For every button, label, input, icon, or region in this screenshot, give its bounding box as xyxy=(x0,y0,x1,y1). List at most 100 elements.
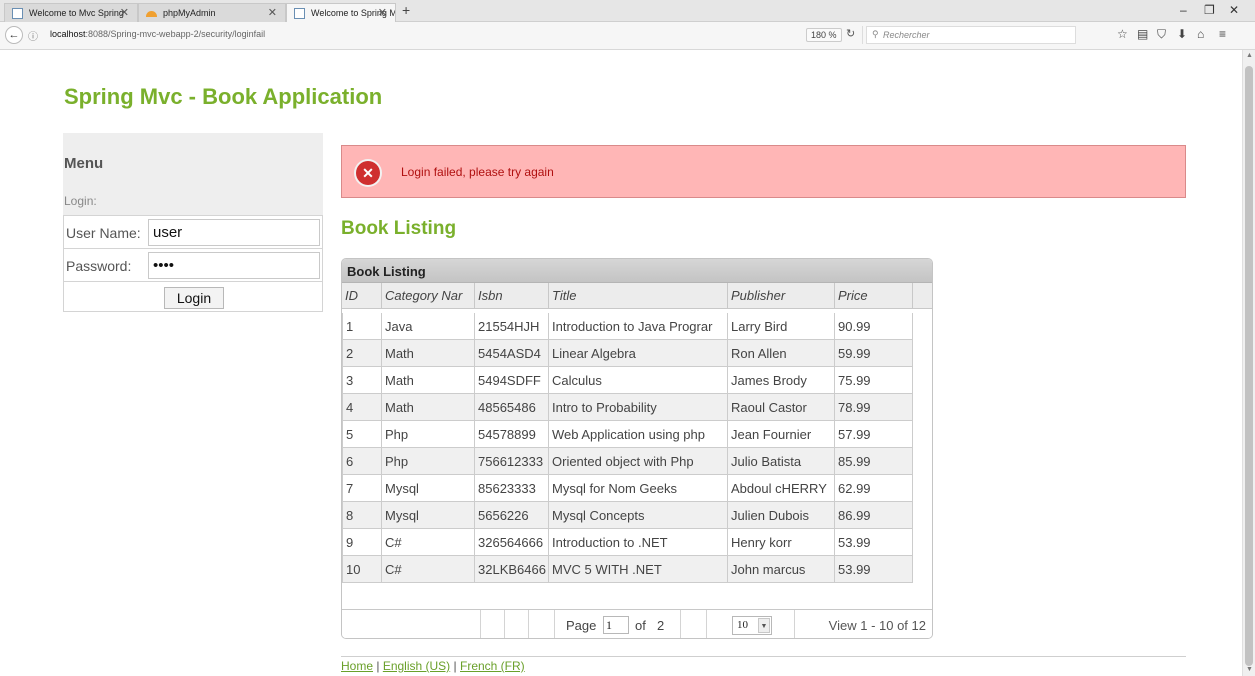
table-row[interactable]: 4 Math 48565486 Intro to Probability Raoul C… xyxy=(342,394,913,421)
minimize-icon[interactable]: – xyxy=(1180,3,1187,17)
table-row[interactable]: 1 Java 21554HJH Introduction to Java Progra… xyxy=(342,313,913,340)
pager-of-label: of xyxy=(635,618,646,633)
window-close-icon[interactable]: ✕ xyxy=(1229,3,1239,17)
column-header-isbn[interactable]: Isbn xyxy=(475,283,549,309)
cell-price: 59.99 xyxy=(835,340,913,367)
cell-category: Math xyxy=(382,367,475,394)
star-icon[interactable]: ☆ xyxy=(1117,27,1128,41)
cell-isbn: 54578899 xyxy=(475,421,549,448)
tab-close-icon[interactable]: ✕ xyxy=(378,6,387,19)
page-size-select[interactable]: 10 ▼ xyxy=(732,616,772,635)
cell-category: Php xyxy=(382,448,475,475)
pocket-icon[interactable]: ⛉ xyxy=(1157,27,1166,42)
cell-price: 90.99 xyxy=(835,313,913,340)
cell-price: 86.99 xyxy=(835,502,913,529)
new-tab-button[interactable]: + xyxy=(402,2,410,18)
cell-title: Mysql for Nom Geeks xyxy=(549,475,728,502)
username-row: User Name: xyxy=(64,216,322,249)
cell-title: Intro to Probability xyxy=(549,394,728,421)
browser-search-input[interactable]: ⚲ Rechercher xyxy=(866,26,1076,44)
cell-id: 3 xyxy=(342,367,382,394)
column-header-price[interactable]: Price xyxy=(835,283,913,309)
pager-page-input[interactable] xyxy=(603,616,629,634)
hamburger-menu-icon[interactable]: ≡ xyxy=(1219,27,1226,41)
cell-publisher: Raoul Castor xyxy=(728,394,835,421)
footer-separator: | xyxy=(453,659,457,673)
cell-isbn: 5494SDFF xyxy=(475,367,549,394)
reload-icon[interactable]: ↻ xyxy=(846,27,855,40)
page-scrollbar[interactable]: ▲ ▼ xyxy=(1242,50,1255,676)
back-arrow-icon[interactable]: ← xyxy=(5,26,23,44)
table-row[interactable]: 9 C# 326564666 Introduction to .NET Henry ko… xyxy=(342,529,913,556)
column-header-category[interactable]: Category Nar xyxy=(382,283,475,309)
table-row[interactable]: 3 Math 5494SDFF Calculus James Brody 75.99 xyxy=(342,367,913,394)
site-info-icon[interactable]: ⓘ xyxy=(28,28,38,43)
table-row[interactable]: 5 Php 54578899 Web Application using php Jea… xyxy=(342,421,913,448)
cell-title: MVC 5 WITH .NET xyxy=(549,556,728,583)
cell-isbn: 756612333 xyxy=(475,448,549,475)
tab-close-icon[interactable]: ✕ xyxy=(268,6,277,19)
cell-price: 62.99 xyxy=(835,475,913,502)
search-placeholder: Rechercher xyxy=(883,30,930,40)
menu-header-box: Menu Login: xyxy=(63,133,323,215)
cell-isbn: 21554HJH xyxy=(475,313,549,340)
cell-id: 7 xyxy=(342,475,382,502)
book-grid: Book Listing ID Category Nar Isbn Title … xyxy=(341,258,933,639)
cell-id: 8 xyxy=(342,502,382,529)
page-title: Spring Mvc - Book Application xyxy=(64,84,383,109)
cell-publisher: Larry Bird xyxy=(728,313,835,340)
login-label: Login: xyxy=(64,194,97,208)
table-row[interactable]: 8 Mysql 5656226 Mysql Concepts Julien Dubois… xyxy=(342,502,913,529)
cell-category: Java xyxy=(382,313,475,340)
cell-id: 1 xyxy=(342,313,382,340)
cell-id: 10 xyxy=(342,556,382,583)
tab-label: Welcome to Mvc Spring xyxy=(29,8,124,18)
footer-links: Home | English (US) | French (FR) xyxy=(341,659,525,673)
cell-title: Introduction to Java Prograr xyxy=(549,313,728,340)
pager-page-label: Page xyxy=(566,618,597,633)
tab-close-icon[interactable]: ✕ xyxy=(120,6,129,19)
browser-tab-phpmyadmin[interactable]: phpMyAdmin ✕ xyxy=(138,3,286,22)
reader-icon[interactable]: ▤ xyxy=(1137,27,1148,41)
scroll-down-arrow-icon[interactable]: ▼ xyxy=(1246,666,1253,673)
error-x-icon: ✕ xyxy=(356,161,380,185)
username-input[interactable] xyxy=(148,219,320,246)
table-row[interactable]: 10 C# 32LKB6466 MVC 5 WITH .NET John marcus 5… xyxy=(342,556,913,583)
browser-tab-welcome-spring-mvc[interactable]: Welcome to Spring Mvc ✕ xyxy=(286,3,396,22)
cell-publisher: James Brody xyxy=(728,367,835,394)
address-bar[interactable]: localhost:8088/Spring-mvc-webapp-2/secur… xyxy=(50,29,265,39)
footer-link-french[interactable]: French (FR) xyxy=(460,659,525,673)
home-icon[interactable]: ⌂ xyxy=(1197,27,1204,41)
download-icon[interactable]: ⬇ xyxy=(1177,27,1187,41)
login-button[interactable]: Login xyxy=(164,287,224,309)
pager-record-count: View 1 - 10 of 12 xyxy=(828,618,926,633)
column-header-title[interactable]: Title xyxy=(549,283,728,309)
maximize-icon[interactable]: ❐ xyxy=(1204,3,1215,17)
footer-link-home[interactable]: Home xyxy=(341,659,373,673)
browser-nav-bar: ← ⓘ localhost:8088/Spring-mvc-webapp-2/s… xyxy=(0,22,1255,50)
grid-header: ID Category Nar Isbn Title Publisher Pri… xyxy=(342,283,932,309)
browser-tab-welcome-mvc-spring[interactable]: Welcome to Mvc Spring ✕ xyxy=(4,3,138,22)
footer-separator: | xyxy=(376,659,380,673)
scrollbar-thumb[interactable] xyxy=(1245,66,1253,666)
cell-publisher: Julien Dubois xyxy=(728,502,835,529)
table-row[interactable]: 6 Php 756612333 Oriented object with Php Jul… xyxy=(342,448,913,475)
cell-id: 9 xyxy=(342,529,382,556)
url-host: localhost xyxy=(50,29,86,39)
cell-isbn: 326564666 xyxy=(475,529,549,556)
table-row[interactable]: 2 Math 5454ASD4 Linear Algebra Ron Allen 59.9… xyxy=(342,340,913,367)
cell-isbn: 32LKB6466 xyxy=(475,556,549,583)
column-header-id[interactable]: ID xyxy=(342,283,382,309)
cell-isbn: 48565486 xyxy=(475,394,549,421)
cell-price: 57.99 xyxy=(835,421,913,448)
cell-category: Php xyxy=(382,421,475,448)
cell-isbn: 5656226 xyxy=(475,502,549,529)
footer-link-english[interactable]: English (US) xyxy=(383,659,450,673)
table-row[interactable]: 7 Mysql 85623333 Mysql for Nom Geeks Abdoul … xyxy=(342,475,913,502)
book-listing-heading: Book Listing xyxy=(341,218,457,239)
zoom-level-badge[interactable]: 180 % xyxy=(806,28,842,42)
scroll-up-arrow-icon[interactable]: ▲ xyxy=(1246,52,1253,59)
column-header-publisher[interactable]: Publisher xyxy=(728,283,835,309)
cell-category: Math xyxy=(382,394,475,421)
password-input[interactable] xyxy=(148,252,320,279)
